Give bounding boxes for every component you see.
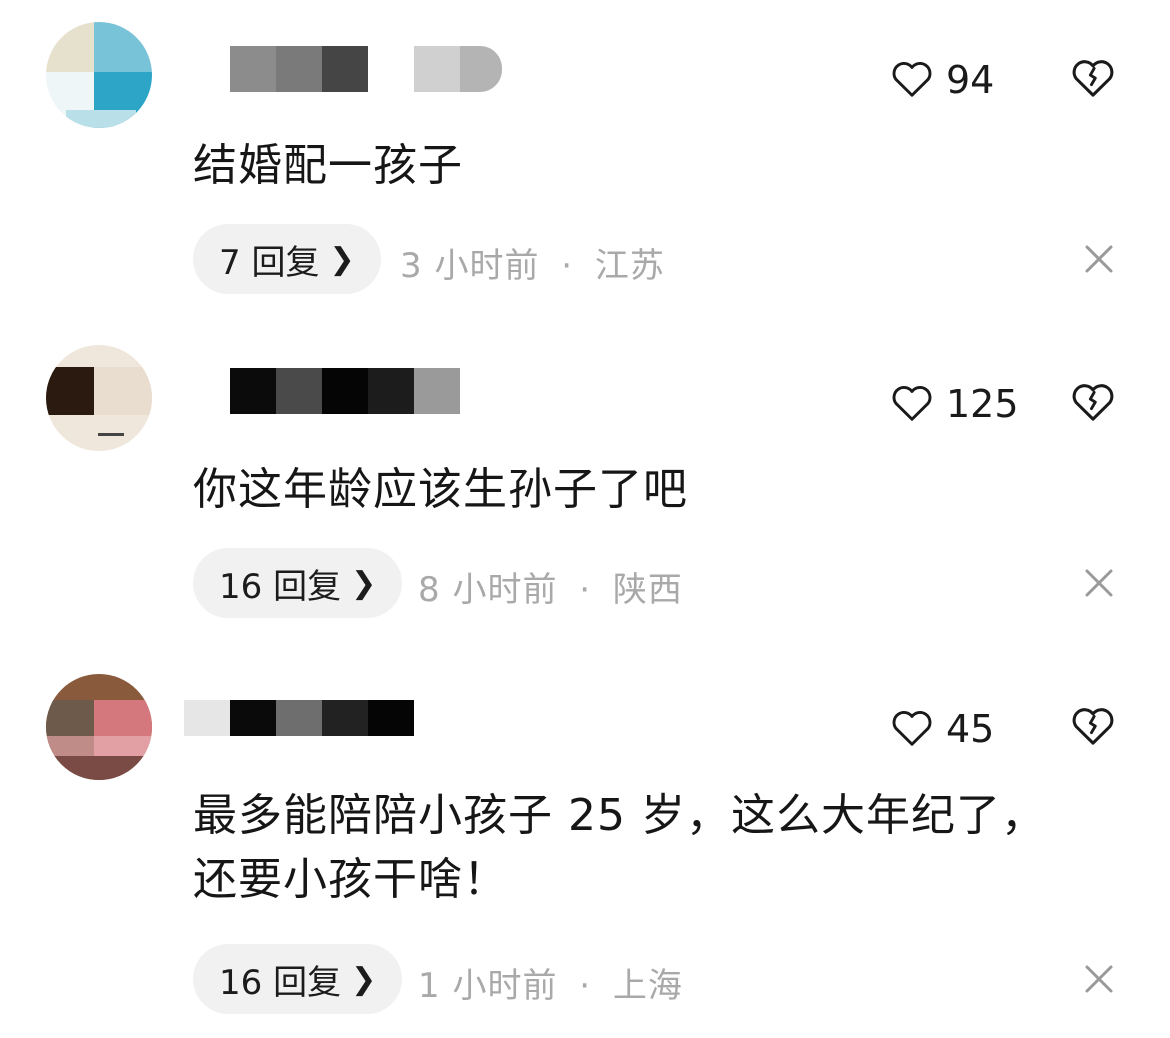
close-icon [1085,569,1113,597]
comment-meta: 3 小时前 · 江苏 [400,238,665,287]
heart-outline-icon [890,58,934,102]
meta-separator: · [579,570,592,610]
like-count: 125 [946,382,1019,426]
like-count: 45 [946,707,995,751]
heart-outline-icon [890,382,934,426]
like-button[interactable]: 45 [890,707,994,751]
broken-heart-icon [1070,60,1116,102]
comment-time: 1 小时前 [418,966,558,1006]
chevron-right-icon: ❯ [351,961,377,997]
username-redacted[interactable] [184,700,414,736]
dismiss-button[interactable] [1082,242,1116,276]
comment-text-line: 你这年龄应该生孙子了吧 [193,464,688,515]
broken-heart-icon [1070,708,1116,750]
comment-text: 最多能陪陪小孩子 25 岁，这么大年纪了， 还要小孩干啥！ [193,784,1093,912]
avatar[interactable] [46,674,152,780]
comment-time: 3 小时前 [400,246,540,286]
avatar[interactable] [46,345,152,451]
comment-text: 你这年龄应该生孙子了吧 [193,458,1093,522]
comment-location: 陕西 [612,570,683,610]
heart-outline-icon [890,707,934,751]
comment-text-line: 还要小孩干啥！ [193,854,508,905]
reply-label: 16 回复 [219,962,342,1003]
like-button[interactable]: 94 [890,58,994,102]
comment-location: 江苏 [594,246,665,286]
close-icon [1085,965,1113,993]
dismiss-button[interactable] [1082,566,1116,600]
avatar[interactable] [46,22,152,128]
comment-text: 结婚配一孩子 [193,134,1093,198]
comment-meta: 1 小时前 · 上海 [418,958,683,1007]
reply-button[interactable]: 16 回复 ❯ [193,548,403,618]
broken-heart-icon [1070,384,1116,426]
reply-label: 16 回复 [219,566,342,607]
comment-text-line: 最多能陪陪小孩子 25 岁，这么大年纪了， [193,790,1046,841]
username-redacted[interactable] [230,368,460,414]
comment-time: 8 小时前 [418,570,558,610]
like-count: 94 [946,58,995,102]
like-button[interactable]: 125 [890,382,1019,426]
close-icon [1085,245,1113,273]
meta-separator: · [579,966,592,1006]
dislike-button[interactable] [1070,704,1116,750]
chevron-right-icon: ❯ [351,565,377,601]
dislike-button[interactable] [1070,56,1116,102]
reply-button[interactable]: 16 回复 ❯ [193,944,403,1014]
username-redacted[interactable] [230,46,502,92]
meta-separator: · [561,246,574,286]
chevron-right-icon: ❯ [329,241,355,277]
dislike-button[interactable] [1070,380,1116,426]
reply-button[interactable]: 7 回复 ❯ [193,224,381,294]
dismiss-button[interactable] [1082,962,1116,996]
comment-text-line: 结婚配一孩子 [193,140,463,191]
comment-location: 上海 [612,966,683,1006]
reply-label: 7 回复 [219,242,320,283]
comment-meta: 8 小时前 · 陕西 [418,562,683,611]
